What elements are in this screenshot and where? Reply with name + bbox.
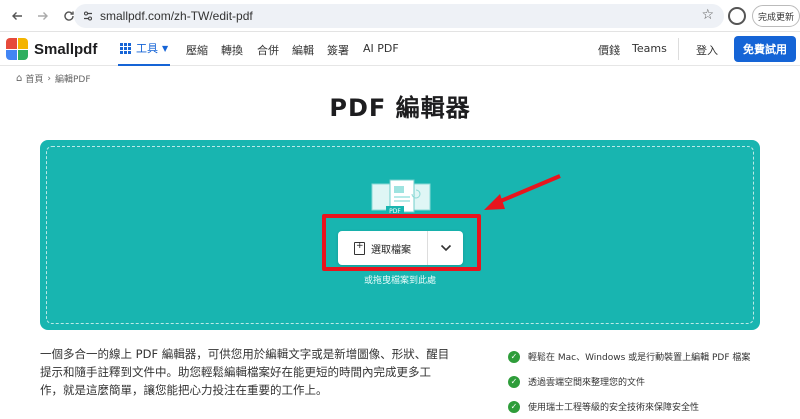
breadcrumb-home[interactable]: 首頁 [25, 72, 43, 85]
home-icon: ⌂ [16, 73, 23, 84]
url-text: smallpdf.com/zh-TW/edit-pdf [100, 9, 253, 23]
address-bar[interactable]: smallpdf.com/zh-TW/edit-pdf ☆ [74, 4, 724, 28]
nav-compress[interactable]: 壓縮 [186, 42, 208, 58]
feature-text: 使用瑞士工程等級的安全技術來保障安全性 [528, 403, 700, 413]
description-text: 一個多合一的線上 PDF 編輯器，可供您用於編輯文字或是新增圖像、形狀、醒目提示… [40, 347, 450, 397]
pricing-link[interactable]: 價錢 [598, 42, 620, 58]
teams-link[interactable]: Teams [632, 42, 667, 55]
tools-menu-button[interactable]: 工具 ▼ [118, 32, 171, 66]
tools-label: 工具 [136, 42, 158, 55]
header-divider [678, 38, 679, 60]
breadcrumb: ⌂ 首頁 › 編輯PDF [16, 72, 91, 85]
forward-arrow-icon[interactable] [32, 5, 54, 27]
check-icon: ✓ [508, 350, 520, 363]
smallpdf-logo-icon [6, 38, 28, 60]
update-button[interactable]: 完成更新 [752, 5, 800, 27]
smallpdf-logo[interactable]: Smallpdf [6, 38, 97, 60]
check-icon: ✓ [508, 375, 520, 388]
nav-convert[interactable]: 轉換 [221, 42, 243, 58]
features-list: ✓ 輕鬆在 Mac、Windows 或是行動裝置上編輯 PDF 檔案 ✓ 透過雲… [508, 344, 800, 419]
feature-item: ✓ 輕鬆在 Mac、Windows 或是行動裝置上編輯 PDF 檔案 [508, 344, 800, 369]
brand-name: Smallpdf [34, 40, 98, 58]
site-header: Smallpdf 工具 ▼ 壓縮 轉換 合併 編輯 簽署 AI PDF 價錢 T… [0, 32, 800, 66]
feature-item: ✓ 使用瑞士工程等級的安全技術來保障安全性 [508, 394, 800, 419]
free-trial-button[interactable]: 免費試用 [734, 36, 796, 62]
feature-item: ✓ 透過雲端空間來整理您的文件 [508, 369, 800, 394]
nav-merge[interactable]: 合併 [257, 42, 279, 58]
red-highlight-box [322, 214, 481, 271]
profile-icon[interactable] [728, 7, 746, 25]
nav-sign[interactable]: 簽署 [327, 42, 349, 58]
apps-grid-icon [120, 42, 131, 54]
feature-text: 輕鬆在 Mac、Windows 或是行動裝置上編輯 PDF 檔案 [528, 353, 751, 363]
check-icon: ✓ [508, 400, 520, 413]
page-title: PDF 編輯器 [329, 94, 471, 122]
caret-down-icon: ▼ [162, 43, 169, 53]
nav-edit[interactable]: 編輯 [292, 42, 314, 58]
breadcrumb-separator: › [47, 73, 51, 84]
feature-text: 透過雲端空間來整理您的文件 [528, 378, 646, 388]
nav-ai-pdf[interactable]: AI PDF [363, 42, 399, 55]
breadcrumb-current: 編輯PDF [54, 75, 91, 85]
back-arrow-icon[interactable] [6, 5, 28, 27]
drop-hint-text: 或拖曳檔案到此處 [363, 276, 436, 286]
site-info-icon[interactable] [82, 7, 94, 26]
bookmark-star-icon[interactable]: ☆ [701, 7, 714, 23]
login-link[interactable]: 登入 [696, 42, 718, 58]
